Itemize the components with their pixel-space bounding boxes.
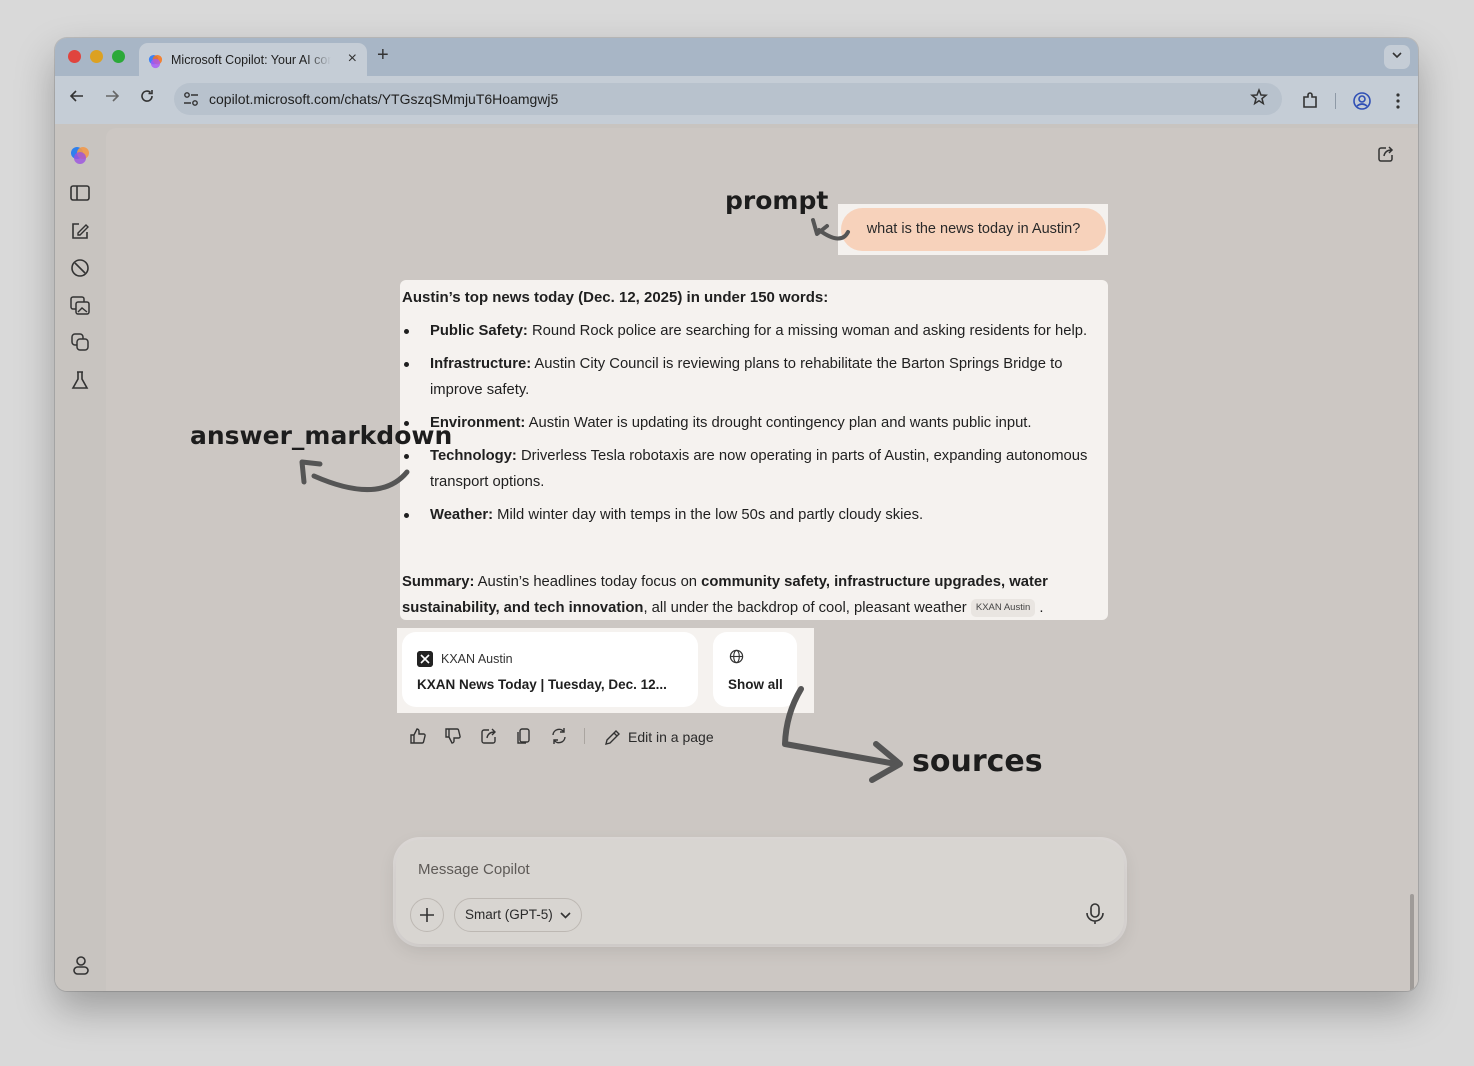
user-account-icon[interactable] — [70, 954, 92, 976]
show-all-label: Show all — [728, 677, 783, 692]
minimize-window-button[interactable] — [90, 50, 103, 63]
chevron-down-icon — [560, 912, 571, 919]
scrollbar[interactable] — [1410, 894, 1414, 991]
labs-flask-icon[interactable] — [69, 369, 91, 391]
summary-label: Summary: — [402, 574, 475, 590]
sources-highlight: KXAN Austin KXAN News Today | Tuesday, D… — [397, 628, 814, 713]
user-prompt-bubble: what is the news today in Austin? — [841, 208, 1106, 251]
message-composer: Smart (GPT-5) — [396, 840, 1124, 944]
toolbar-divider — [1335, 93, 1336, 109]
item-label: Public Safety: — [430, 323, 528, 339]
profile-icon[interactable] — [1352, 91, 1372, 111]
model-label: Smart (GPT-5) — [465, 907, 553, 922]
item-text: Mild winter day with temps in the low 50… — [493, 507, 924, 523]
summary-end: . — [1035, 600, 1044, 616]
assistant-answer: Austin’s top news today (Dec. 12, 2025) … — [400, 280, 1108, 620]
copilot-favicon-icon — [148, 54, 163, 69]
browser-tab-copilot[interactable]: Microsoft Copilot: Your AI companion × — [139, 43, 367, 76]
thumbs-down-icon[interactable] — [443, 726, 463, 746]
answer-annotation-label: answer_markdown — [190, 421, 453, 450]
url-text: copilot.microsoft.com/chats/YTGszqSMmjuT… — [209, 91, 559, 107]
tab-strip: Microsoft Copilot: Your AI companion × + — [55, 38, 1418, 76]
source-card[interactable]: KXAN Austin KXAN News Today | Tuesday, D… — [402, 632, 698, 707]
item-text: Austin Water is updating its drought con… — [525, 415, 1032, 431]
message-input[interactable] — [416, 860, 1020, 879]
tab-title: Microsoft Copilot: Your AI companion — [171, 53, 331, 67]
source-name: KXAN Austin — [441, 652, 513, 666]
chat-area: what is the news today in Austin? Austin… — [106, 128, 1418, 991]
bookmark-star-icon[interactable] — [1250, 88, 1268, 106]
discover-icon[interactable] — [69, 257, 91, 279]
reload-icon — [141, 90, 153, 102]
sources-annotation-label: sources — [912, 744, 1043, 779]
address-bar[interactable]: copilot.microsoft.com/chats/YTGszqSMmjuT… — [174, 83, 1282, 115]
regenerate-icon[interactable] — [549, 726, 569, 746]
prompt-annotation-label: prompt — [725, 186, 829, 215]
share-icon[interactable] — [1376, 144, 1396, 164]
prompt-annotation-arrow-icon — [811, 218, 850, 241]
sources-annotation-arrow-icon — [782, 686, 903, 783]
copy-icon[interactable] — [514, 726, 534, 746]
item-label: Technology: — [430, 448, 517, 464]
back-button[interactable] — [66, 88, 88, 110]
tab-search-button[interactable] — [1384, 45, 1410, 69]
item-text: Round Rock police are searching for a mi… — [527, 323, 1088, 339]
edit-in-page-label: Edit in a page — [628, 729, 714, 745]
answer-title: Austin’s top news today (Dec. 12, 2025) … — [402, 289, 829, 306]
edit-pen-icon — [605, 730, 620, 745]
kxan-logo-icon — [417, 651, 433, 667]
list-item: Weather: Mild winter day with temps in t… — [400, 502, 1106, 528]
maximize-window-button[interactable] — [112, 50, 125, 63]
close-window-button[interactable] — [68, 50, 81, 63]
citation-chip[interactable]: KXAN Austin — [970, 599, 1036, 617]
forward-button[interactable] — [101, 88, 123, 110]
new-chat-icon[interactable] — [69, 220, 91, 242]
extensions-icon[interactable] — [1300, 91, 1320, 111]
summary-text: Austin’s headlines today focus on — [474, 574, 702, 590]
summary-text: , all under the backdrop of cool, pleasa… — [643, 600, 967, 616]
image-create-icon[interactable] — [69, 294, 91, 316]
source-headline: KXAN News Today | Tuesday, Dec. 12... — [417, 677, 667, 692]
browser-window: Microsoft Copilot: Your AI companion × +… — [55, 38, 1418, 991]
action-divider — [584, 728, 585, 744]
site-settings-icon[interactable] — [182, 91, 200, 107]
chevron-down-icon — [1392, 52, 1402, 59]
globe-icon — [729, 649, 744, 664]
kebab-menu-icon[interactable] — [1388, 91, 1408, 111]
item-label: Infrastructure: — [430, 356, 532, 372]
list-item: Public Safety: Round Rock police are sea… — [400, 318, 1106, 344]
answer-annotation-arrow-icon — [299, 459, 410, 493]
model-selector[interactable]: Smart (GPT-5) — [454, 898, 582, 932]
thumbs-up-icon[interactable] — [408, 726, 428, 746]
new-tab-button[interactable]: + — [377, 44, 389, 67]
sidebar-toggle-icon[interactable] — [69, 182, 91, 204]
reload-button[interactable] — [136, 88, 158, 110]
arrow-left-icon — [69, 90, 83, 102]
item-label: Weather: — [430, 507, 494, 523]
copilot-sidebar — [55, 124, 106, 991]
answer-summary: Summary: Austin’s headlines today focus … — [402, 569, 1106, 621]
copilot-logo-icon[interactable] — [69, 144, 91, 166]
microphone-icon[interactable] — [1084, 902, 1106, 926]
item-text: Driverless Tesla robotaxis are now opera… — [430, 448, 1088, 490]
list-item: Infrastructure: Austin City Council is r… — [400, 351, 1106, 403]
share-answer-icon[interactable] — [479, 726, 499, 746]
prompt-highlight: what is the news today in Austin? — [838, 204, 1108, 255]
arrow-right-icon — [106, 90, 120, 102]
answer-list: Public Safety: Round Rock police are sea… — [400, 318, 1106, 535]
list-item: Technology: Driverless Tesla robotaxis a… — [400, 443, 1106, 495]
close-tab-icon[interactable]: × — [348, 50, 357, 68]
attach-button[interactable] — [410, 898, 444, 932]
list-item: Environment: Austin Water is updating it… — [400, 410, 1106, 436]
pages-icon[interactable] — [69, 331, 91, 353]
plus-icon — [420, 908, 434, 922]
